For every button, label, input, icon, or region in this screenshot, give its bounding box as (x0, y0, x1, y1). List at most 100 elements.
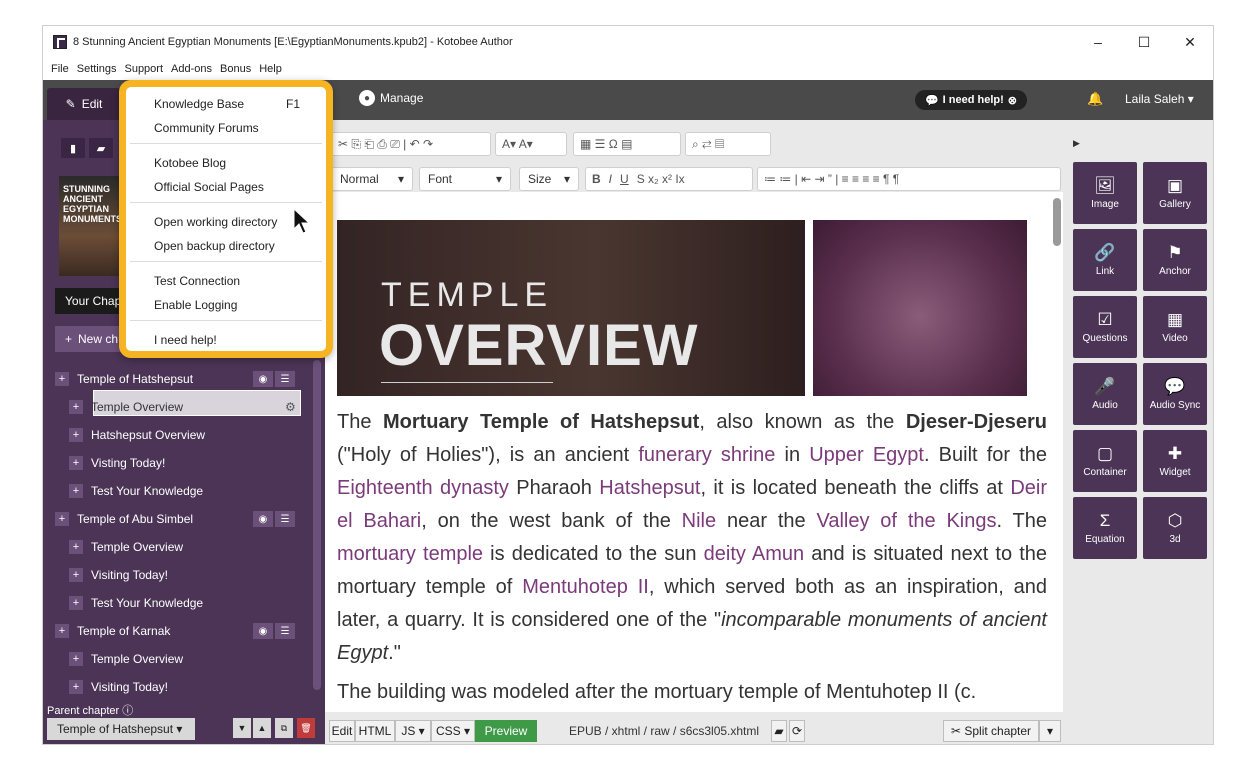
expand-plus-icon[interactable]: + (69, 484, 83, 498)
js-button[interactable]: JS ▾ (395, 720, 431, 742)
menu-icon[interactable]: ☰ (275, 511, 295, 527)
folder-icon[interactable]: ▰ (89, 138, 113, 158)
insert-video-button[interactable]: ▦ Video (1143, 296, 1207, 358)
expand-plus-icon[interactable]: + (69, 652, 83, 666)
insert-anchor-button[interactable]: ⚑ Anchor (1143, 229, 1207, 291)
text-link[interactable]: funerary shrine (638, 444, 775, 466)
menu-item-knowledge-base[interactable]: Knowledge Base (154, 97, 244, 111)
expand-plus-icon[interactable]: + (55, 372, 69, 386)
help-button[interactable]: 💬 I need help! ⊗ (915, 90, 1027, 110)
chapter-row[interactable]: + Temple of Hatshepsut ◉ ☰ (55, 366, 303, 392)
close-button[interactable]: ✕ (1167, 26, 1213, 58)
color-tools[interactable]: A▾ A▾ (495, 132, 567, 156)
expand-plus-icon[interactable]: + (69, 456, 83, 470)
menu-item-kotobee-blog[interactable]: Kotobee Blog (154, 156, 226, 170)
menu-support[interactable]: Support (120, 63, 167, 75)
format-select[interactable]: Normal ▾ (331, 167, 413, 191)
paragraph-tools[interactable]: ≔ ≔ | ⇤ ⇥ ” | ≡ ≡ ≡ ≡ ¶ ¶ (757, 167, 1061, 191)
subchapter-row[interactable]: + Visting Today! (69, 450, 303, 476)
tab-manage[interactable]: ● Manage (359, 90, 423, 106)
insert-tools[interactable]: ▦ ☰ Ω ▤ (573, 132, 681, 156)
trash-icon[interactable]: 🗑 (297, 718, 315, 738)
menu-item-social-pages[interactable]: Official Social Pages (154, 180, 264, 194)
preview-button[interactable]: Preview (475, 720, 537, 742)
subchapter-row[interactable]: + Temple Overview (69, 534, 303, 560)
insert-questions-button[interactable]: ☑ Questions (1073, 296, 1137, 358)
split-chapter-button[interactable]: ✂ Split chapter (943, 720, 1039, 742)
subchapter-row[interactable]: + Visiting Today! (69, 562, 303, 588)
text-link[interactable]: Eighteenth dynasty (337, 477, 509, 499)
book-cover[interactable]: STUNNING ANCIENT EGYPTIAN MONUMENTS (59, 176, 123, 276)
minimize-button[interactable]: – (1075, 26, 1121, 58)
insert-image-button[interactable]: 🖼 Image (1073, 162, 1137, 224)
chapter-row[interactable]: + Temple of Abu Simbel ◉ ☰ (55, 506, 303, 532)
menu-settings[interactable]: Settings (73, 63, 121, 75)
subchapter-row[interactable]: + Test Your Knowledge (69, 590, 303, 616)
bell-icon[interactable]: 🔔 (1087, 91, 1103, 107)
file-icon[interactable]: ▮ (61, 138, 85, 158)
subchapter-row[interactable]: + Test Your Knowledge (69, 478, 303, 504)
menu-item-test-connection[interactable]: Test Connection (154, 274, 240, 288)
parent-chapter-select[interactable]: Temple of Hatshepsut ▾ (47, 718, 195, 740)
menu-item-i-need-help[interactable]: I need help! (154, 333, 217, 347)
menu-item-open-backup-directory[interactable]: Open backup directory (154, 239, 275, 253)
text-link[interactable]: Hatshepsut (599, 477, 700, 499)
font-select[interactable]: Font ▾ (419, 167, 511, 191)
css-button[interactable]: CSS ▾ (431, 720, 475, 742)
user-menu[interactable]: Laila Saleh ▾ (1125, 92, 1194, 106)
text-style-tools[interactable]: B I U S x₂ x² Ix (585, 167, 753, 191)
find-tools[interactable]: ⌕ ⇄ ▤ (685, 132, 771, 156)
clipboard-tools[interactable]: ✂ ⎘ ⎗ ⎙ ⎚ | ↶ ↷ (331, 132, 491, 156)
eye-icon[interactable]: ◉ (253, 371, 273, 387)
insert-audio-sync-button[interactable]: 💬 Audio Sync (1143, 363, 1207, 425)
expand-plus-icon[interactable]: + (69, 680, 83, 694)
split-options-button[interactable]: ▾ (1039, 720, 1061, 742)
text-link[interactable]: deity (704, 543, 746, 565)
duplicate-icon[interactable]: ⧉ (275, 718, 293, 738)
eye-icon[interactable]: ◉ (253, 511, 273, 527)
subchapter-row[interactable]: + Visiting Today! (69, 674, 303, 696)
menu-bonus[interactable]: Bonus (216, 63, 255, 75)
text-link[interactable]: Amun (752, 543, 804, 565)
text-link[interactable]: Nile (682, 510, 716, 532)
subchapter-row[interactable]: + Temple Overview ⚙ (69, 394, 303, 420)
insert-widget-button[interactable]: ✚ Widget (1143, 430, 1207, 492)
expand-plus-icon[interactable]: + (69, 428, 83, 442)
insert-equation-button[interactable]: Σ Equation (1073, 497, 1137, 559)
expand-plus-icon[interactable]: + (69, 540, 83, 554)
menu-icon[interactable]: ☰ (275, 371, 295, 387)
expand-plus-icon[interactable]: + (55, 624, 69, 638)
menu-item-open-working-directory[interactable]: Open working directory (154, 215, 277, 229)
tab-edit[interactable]: ✎ Edit (47, 88, 121, 120)
size-select[interactable]: Size ▾ (519, 167, 579, 191)
text-link[interactable]: Valley of the Kings (816, 510, 996, 532)
editor-scrollbar[interactable] (1053, 198, 1061, 246)
maximize-button[interactable]: ☐ (1121, 26, 1167, 58)
collapse-arrow-icon[interactable]: ▶ (1073, 138, 1080, 149)
text-link[interactable]: mortuary temple (337, 543, 483, 565)
gear-icon[interactable]: ⚙ (285, 400, 296, 414)
expand-plus-icon[interactable]: + (69, 568, 83, 582)
html-mode-button[interactable]: HTML (355, 720, 395, 742)
subchapter-row[interactable]: + Temple Overview (69, 646, 303, 672)
insert-link-button[interactable]: 🔗 Link (1073, 229, 1137, 291)
chapter-row[interactable]: + Temple of Karnak ◉ ☰ (55, 618, 303, 644)
menu-file[interactable]: File (47, 63, 73, 75)
subchapter-row[interactable]: + Hatshepsut Overview (69, 422, 303, 448)
expand-plus-icon[interactable]: + (55, 512, 69, 526)
insert-gallery-button[interactable]: ▣ Gallery (1143, 162, 1207, 224)
text-link[interactable]: Mentuhotep II (522, 576, 649, 598)
move-down-button[interactable]: ▼ (233, 718, 251, 738)
text-link[interactable]: Upper Egypt (809, 444, 924, 466)
eye-icon[interactable]: ◉ (253, 623, 273, 639)
menu-icon[interactable]: ☰ (275, 623, 295, 639)
expand-plus-icon[interactable]: + (69, 400, 83, 414)
menu-item-enable-logging[interactable]: Enable Logging (154, 298, 237, 312)
insert-audio-button[interactable]: 🎤 Audio (1073, 363, 1137, 425)
folder-icon[interactable]: ▰ (771, 720, 787, 742)
menu-item-community-forums[interactable]: Community Forums (154, 121, 259, 135)
edit-mode-button[interactable]: Edit (329, 720, 355, 742)
editor-canvas[interactable]: TEMPLE OVERVIEW The Mortuary Temple of H… (325, 192, 1063, 712)
refresh-icon[interactable]: ⟳ (789, 720, 805, 742)
menu-help[interactable]: Help (255, 63, 286, 75)
